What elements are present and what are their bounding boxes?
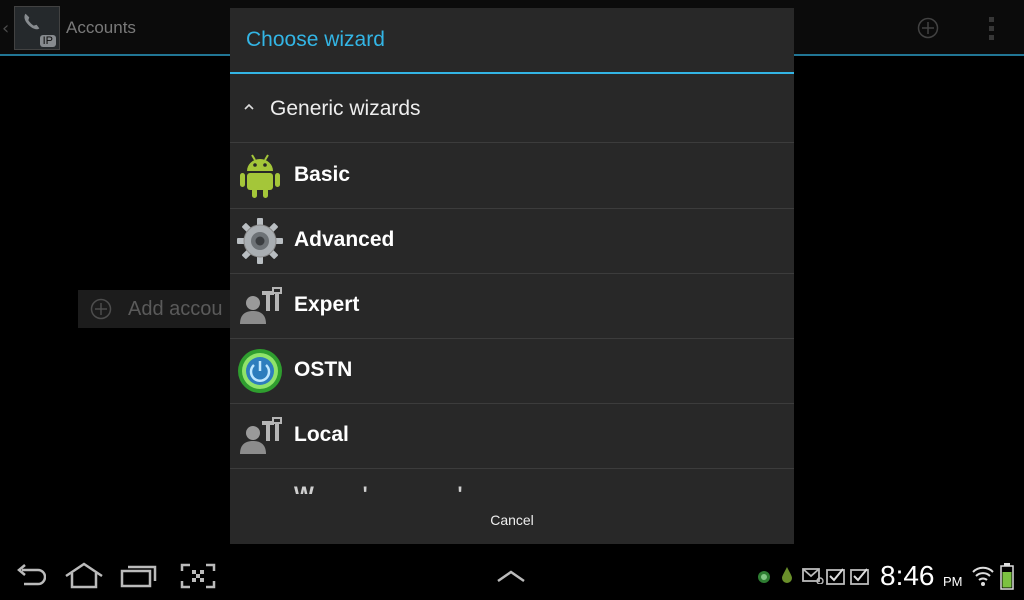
dialog-title: Choose wizard [246,28,385,51]
mail-icon [802,568,824,584]
list-item-local[interactable]: Local [230,404,794,469]
item-label: Local [294,423,349,446]
item-label: Expert [294,293,360,316]
choose-wizard-dialog: Choose wizard Generic wizards Basic Adva… [230,8,794,544]
list-item-partial[interactable]: W . . . ' . . . . . . ' . [230,469,794,494]
checklist-icon [850,568,869,585]
list-item-ostn[interactable]: OSTN [230,339,794,404]
cancel-button[interactable]: Cancel [230,504,794,536]
recent-apps-icon[interactable] [120,564,158,588]
list-item-basic[interactable]: Basic [230,144,794,209]
item-label: Basic [294,163,351,186]
section-label: Generic wizards [270,97,421,120]
chevron-up-icon[interactable] [496,569,526,583]
home-icon[interactable] [64,562,104,590]
clock-ampm: PM [943,574,963,589]
section-generic-wizards[interactable]: Generic wizards [230,76,794,143]
ostn-power-icon [238,349,282,393]
notification-drop-icon [782,567,792,583]
screenshot-icon[interactable] [180,563,216,589]
clock-time[interactable]: 8:46 [880,560,935,592]
chevron-up-icon [244,103,254,110]
back-icon[interactable] [12,564,46,588]
chat-notification-icon [758,571,770,583]
wizard-list[interactable]: Basic Advanced Expert OSTN Local [230,144,794,494]
item-label: Advanced [294,228,395,251]
android-icon [240,154,280,198]
checklist-icon [826,568,845,585]
gear-icon [237,218,283,264]
item-label: W . . . ' . . . . . . ' . [294,483,477,494]
wifi-icon [972,566,994,586]
dialog-title-divider [230,72,794,74]
battery-icon [1000,563,1014,590]
user-tools-icon [240,287,282,324]
system-bar: 8:46 PM [0,552,1024,600]
list-item-advanced[interactable]: Advanced [230,209,794,274]
user-tools-icon [240,417,282,454]
list-item-expert[interactable]: Expert [230,274,794,339]
item-label: OSTN [294,358,353,381]
